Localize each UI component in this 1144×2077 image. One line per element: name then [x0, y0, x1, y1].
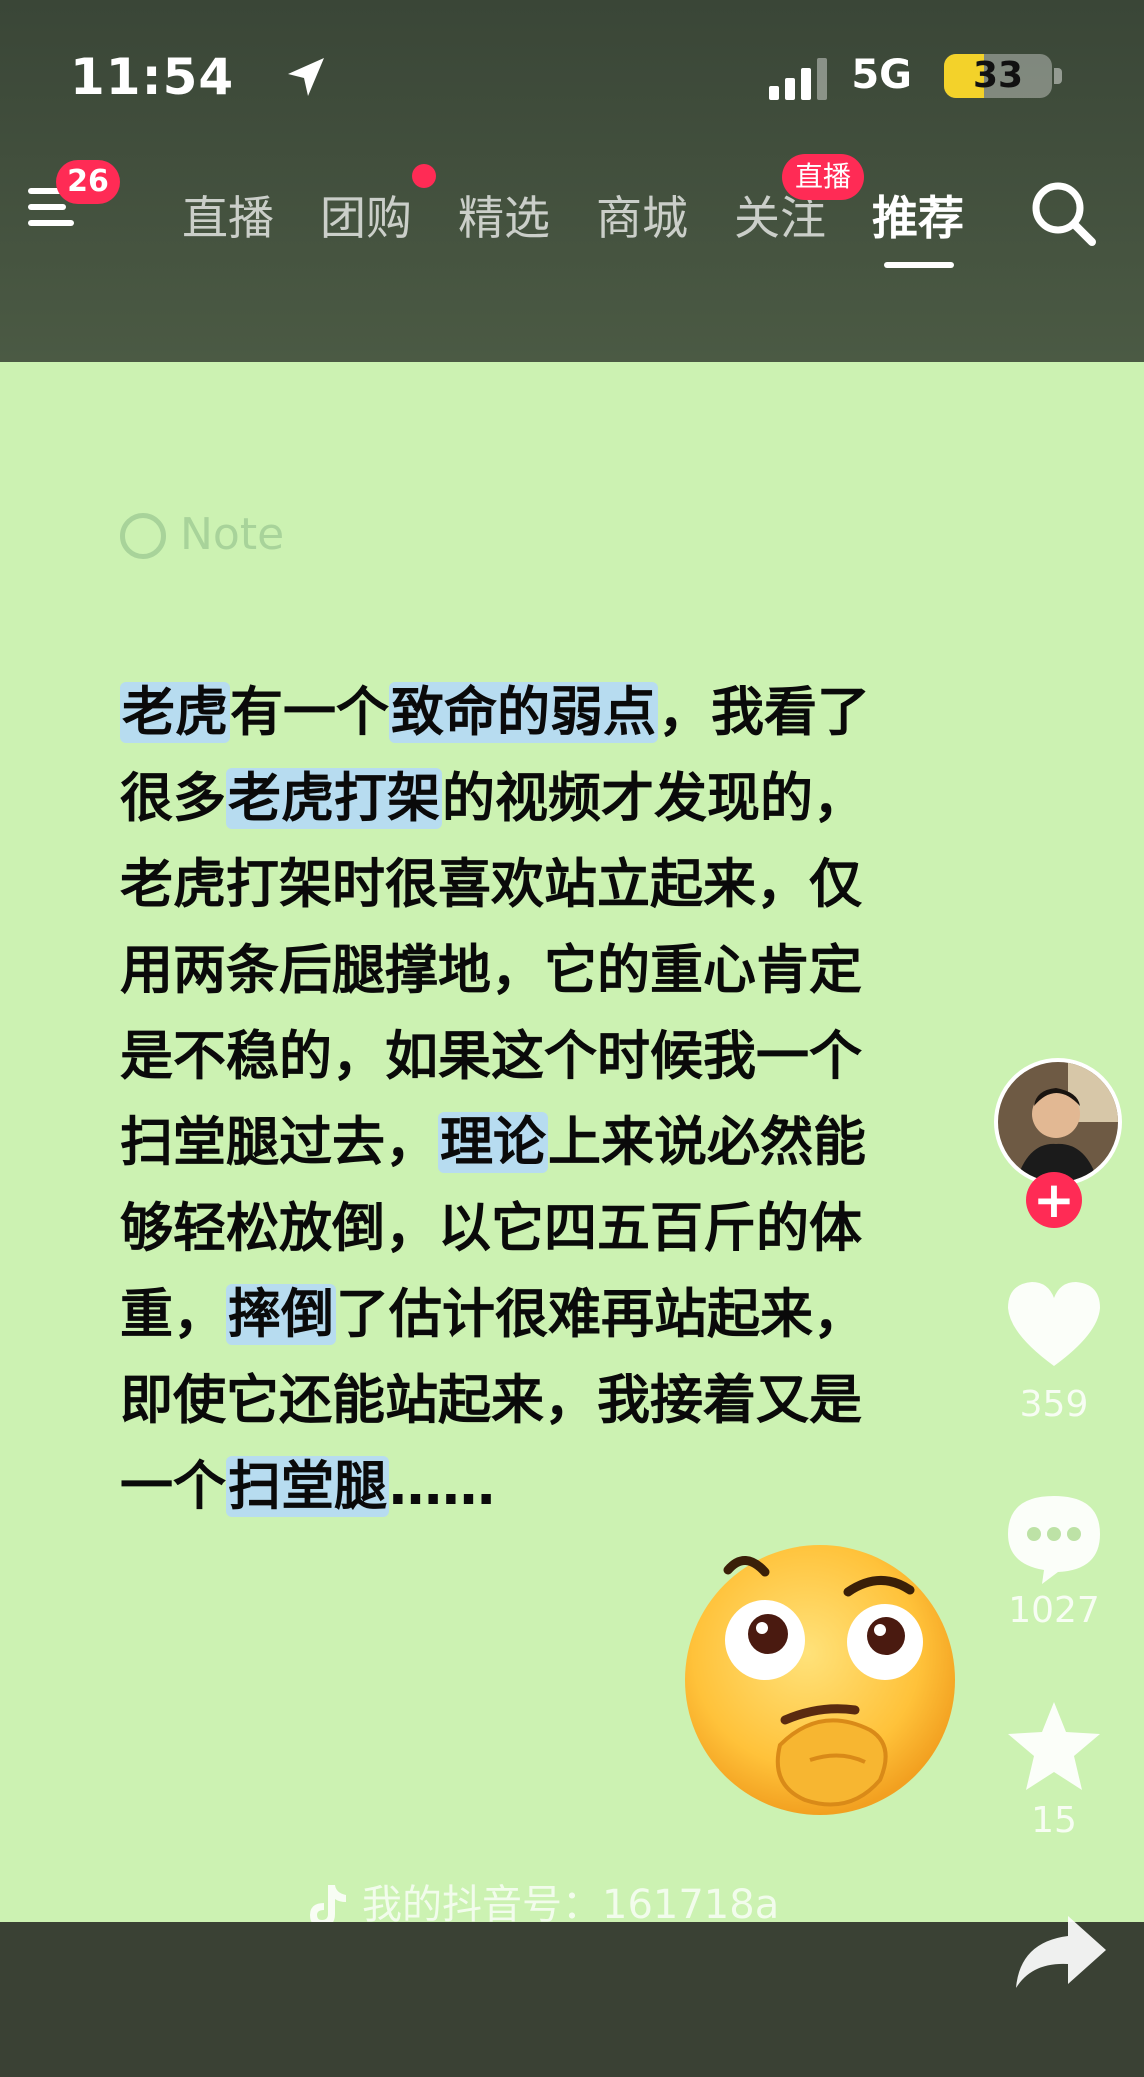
- bottom-bar: [0, 1922, 1144, 2077]
- battery-indicator: 33: [934, 54, 1074, 98]
- tab-live[interactable]: 直播: [182, 182, 274, 248]
- post-text-line: 重，摔倒了估计很难再站起来，: [120, 1272, 1000, 1358]
- post-text-line: 是不稳的，如果这个时候我一个: [120, 1014, 1000, 1100]
- battery-level: 33: [972, 55, 1024, 96]
- tab-featured[interactable]: 精选: [458, 182, 550, 248]
- highlighted-phrase: 摔倒: [226, 1284, 336, 1345]
- favorite-count: 15: [1031, 1800, 1077, 1841]
- text-segment: 是不稳的，如果这个时候我一个: [120, 1026, 862, 1087]
- highlighted-phrase: 扫堂腿: [226, 1456, 389, 1517]
- avatar[interactable]: [994, 1058, 1122, 1186]
- post-text-line: 老虎打架时很喜欢站立起来，仅: [120, 842, 1000, 928]
- location-arrow-icon: [288, 58, 324, 96]
- text-segment: 了估计很难再站起来，: [336, 1284, 866, 1345]
- tab-mall[interactable]: 商城: [596, 182, 688, 248]
- highlighted-phrase: 理论: [438, 1112, 548, 1173]
- text-segment: 扫堂腿过去，: [120, 1112, 438, 1173]
- post-text-line: 扫堂腿过去，理论上来说必然能: [120, 1100, 1000, 1186]
- comment-icon[interactable]: [1002, 1490, 1106, 1586]
- live-badge: 直播: [782, 154, 864, 200]
- tab-group-buy[interactable]: 团购: [320, 182, 412, 248]
- comment-count: 1027: [1008, 1590, 1100, 1631]
- text-segment: 用两条后腿撑地，它的重心肯定: [120, 940, 862, 1001]
- follow-plus-button[interactable]: +: [1026, 1172, 1082, 1228]
- text-segment: 一个: [120, 1456, 226, 1517]
- text-segment: 重，: [120, 1284, 226, 1345]
- active-tab-indicator: [884, 262, 954, 268]
- text-segment: 老虎打架时很喜欢站立起来，仅: [120, 854, 862, 915]
- highlighted-phrase: 老虎打架: [226, 768, 442, 829]
- post-text-line: 即使它还能站起来，我接着又是: [120, 1358, 1000, 1444]
- highlighted-phrase: 致命的弱点: [389, 682, 658, 743]
- share-arrow-icon[interactable]: [1010, 1912, 1110, 1992]
- text-segment: 有一个: [230, 682, 389, 743]
- tab-recommended[interactable]: 推荐: [872, 182, 964, 248]
- text-segment: 即使它还能站起来，我接着又是: [120, 1370, 862, 1431]
- status-bar: 11:54 5G 33: [70, 48, 1074, 108]
- text-segment: ，我看了: [658, 682, 870, 743]
- like-count: 359: [1019, 1384, 1089, 1425]
- post-text-line: 很多老虎打架的视频才发现的，: [120, 756, 1000, 842]
- text-segment: 的视频才发现的，: [442, 768, 866, 829]
- avatar-image: [998, 1062, 1118, 1182]
- tab-group-buy-dot: [412, 164, 436, 188]
- menu-notification-badge: 26: [56, 160, 120, 204]
- top-bar: 11:54 5G 33 26 直播 团购 精选 商城 关注 直播 推荐: [0, 0, 1144, 362]
- signal-icon: [769, 58, 827, 100]
- circle-icon: [120, 513, 166, 559]
- note-label: Note: [180, 509, 285, 560]
- status-time: 11:54: [70, 48, 235, 106]
- text-segment: ……: [389, 1456, 495, 1517]
- post-text-line: 够轻松放倒，以它四五百斤的体: [120, 1186, 1000, 1272]
- top-navigation: 26 直播 团购 精选 商城 关注 直播 推荐: [0, 154, 1144, 280]
- text-segment: 够轻松放倒，以它四五百斤的体: [120, 1198, 862, 1259]
- post-text-line: 老虎有一个致命的弱点，我看了: [120, 670, 1000, 756]
- post-text: 老虎有一个致命的弱点，我看了 很多老虎打架的视频才发现的， 老虎打架时很喜欢站立起来…: [120, 670, 1000, 1530]
- post-text-line: 用两条后腿撑地，它的重心肯定: [120, 928, 1000, 1014]
- heart-icon[interactable]: [1002, 1276, 1106, 1372]
- search-icon[interactable]: [1028, 178, 1098, 248]
- text-segment: 上来说必然能: [548, 1112, 866, 1173]
- network-type: 5G: [851, 52, 912, 98]
- action-sidebar: + 359 1027 15: [964, 1050, 1144, 2050]
- text-segment: 很多: [120, 768, 226, 829]
- post-text-line: 一个扫堂腿……: [120, 1444, 1000, 1530]
- highlighted-phrase: 老虎: [120, 682, 230, 743]
- star-icon[interactable]: [1002, 1698, 1106, 1794]
- thinking-face-emoji: [685, 1545, 955, 1815]
